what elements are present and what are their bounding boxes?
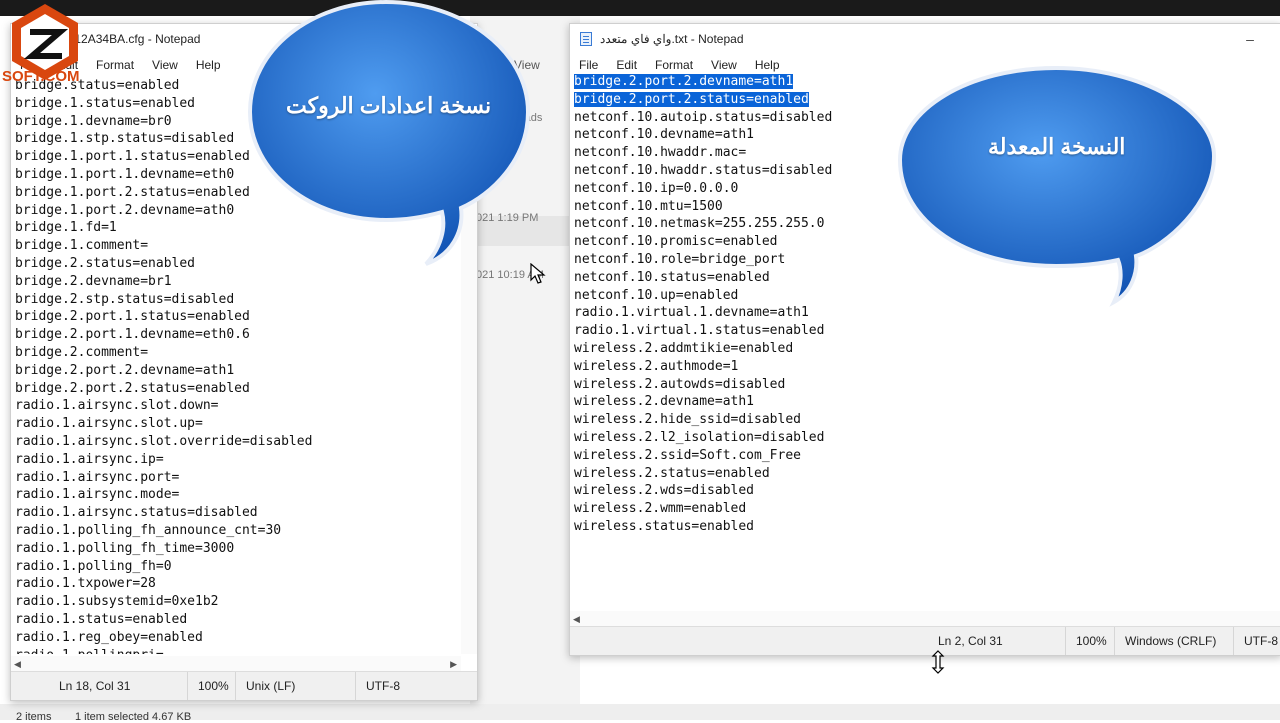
text-line: bridge.2.devname=br1	[15, 273, 172, 289]
text-line: wireless.2.hide_ssid=disabled	[574, 412, 801, 428]
text-line: radio.1.airsync.slot.down=	[15, 398, 219, 414]
text-line: radio.1.airsync.mode=	[15, 487, 180, 503]
text-line: wireless.2.wds=disabled	[574, 483, 755, 499]
text-line: radio.1.virtual.1.status=enabled	[574, 323, 825, 339]
text-line: bridge.2.port.1.devname=eth0.6	[15, 327, 250, 343]
zoom-level: 100%	[187, 672, 229, 700]
text-line: radio.1.subsystemid=0xe1b2	[15, 594, 219, 610]
speech-bubble-modified	[897, 65, 1217, 307]
bubble-label-original: نسخة اعدادات الروكت	[286, 93, 492, 118]
text-line: wireless.2.authmode=1	[574, 358, 739, 374]
zoom-level: 100%	[1065, 627, 1107, 655]
line-ending: Windows (CRLF)	[1114, 627, 1216, 655]
line-ending: Unix (LF)	[235, 672, 295, 700]
explorer-selection-info: 1 item selected 4.67 KB	[75, 711, 192, 723]
text-line: wireless.2.addmtikie=enabled	[574, 340, 794, 356]
menu-format[interactable]: Format	[94, 58, 136, 72]
menu-help[interactable]: Help	[753, 58, 782, 72]
text-line: radio.1.polling_fh=0	[15, 558, 172, 574]
encoding: UTF-8	[355, 672, 400, 700]
text-line: radio.1.airsync.slot.override=disabled	[15, 433, 313, 449]
text-line: radio.1.airsync.port=	[15, 469, 180, 485]
scroll-left-icon[interactable]: ◀	[573, 614, 580, 625]
explorer-status-bar	[0, 704, 1280, 720]
text-line: radio.1.airsync.status=disabled	[15, 505, 258, 521]
text-line: wireless.2.devname=ath1	[574, 394, 755, 410]
text-line: radio.1.pollingpri=	[15, 647, 461, 655]
scroll-left-icon[interactable]: ◀	[14, 659, 21, 670]
text-line: radio.1.status=enabled	[15, 611, 188, 627]
menu-format[interactable]: Format	[653, 58, 695, 72]
text-line: radio.1.reg_obey=enabled	[15, 629, 203, 645]
text-line: radio.1.polling_fh_time=3000	[15, 540, 235, 556]
encoding: UTF-8	[1233, 627, 1278, 655]
resize-cursor-icon	[931, 650, 945, 674]
text-line: bridge.2.comment=	[15, 344, 149, 360]
text-line: wireless.2.status=enabled	[574, 465, 770, 481]
logo-text: SOFT.COM	[2, 68, 80, 85]
title-bar[interactable]: واي فاي متعدد.txt - Notepad –	[570, 24, 1280, 54]
menu-view[interactable]: View	[150, 58, 180, 72]
bubble-label-modified: النسخة المعدلة	[988, 134, 1126, 159]
menu-edit[interactable]: Edit	[614, 58, 639, 72]
menu-file[interactable]: File	[577, 58, 600, 72]
text-line: bridge.2.stp.status=disabled	[15, 291, 235, 307]
explorer-item-count: 2 items	[16, 711, 52, 723]
top-dark-strip	[0, 0, 1280, 16]
minimize-icon[interactable]: –	[1239, 28, 1261, 50]
notepad-icon	[580, 32, 592, 46]
text-line: wireless.2.wmm=enabled	[574, 501, 747, 517]
horizontal-scrollbar[interactable]: ◀ ▶	[11, 656, 461, 672]
cursor-position: Ln 18, Col 31	[59, 679, 131, 693]
scroll-right-icon[interactable]: ▶	[450, 659, 457, 670]
menu-view[interactable]: View	[709, 58, 739, 72]
text-line: wireless.2.l2_isolation=disabled	[574, 429, 825, 445]
text-line: bridge.2.port.1.status=enabled	[15, 309, 250, 325]
text-line: wireless.2.ssid=Soft.com_Free	[574, 447, 801, 463]
speech-bubble-original	[247, 0, 531, 266]
text-line: bridge.2.port.2.devname=ath1	[15, 362, 235, 378]
horizontal-scrollbar[interactable]: ◀	[570, 611, 1280, 627]
text-line: wireless.2.autowds=disabled	[574, 376, 786, 392]
text-line: radio.1.airsync.ip=	[15, 451, 164, 467]
status-bar: Ln 2, Col 31 100% Windows (CRLF) UTF-8	[570, 626, 1280, 655]
menu-help[interactable]: Help	[194, 58, 223, 72]
text-line: wireless.status=enabled	[574, 518, 755, 534]
text-line: bridge.2.port.2.status=enabled	[15, 380, 250, 396]
text-line: radio.1.txpower=28	[15, 576, 156, 592]
mouse-pointer-icon	[530, 263, 546, 284]
window-title: واي فاي متعدد.txt - Notepad	[600, 32, 744, 46]
status-bar: Ln 18, Col 31 100% Unix (LF) UTF-8	[11, 671, 477, 700]
text-line: radio.1.airsync.slot.up=	[15, 416, 203, 432]
text-line: radio.1.polling_fh_announce_cnt=30	[15, 522, 282, 538]
